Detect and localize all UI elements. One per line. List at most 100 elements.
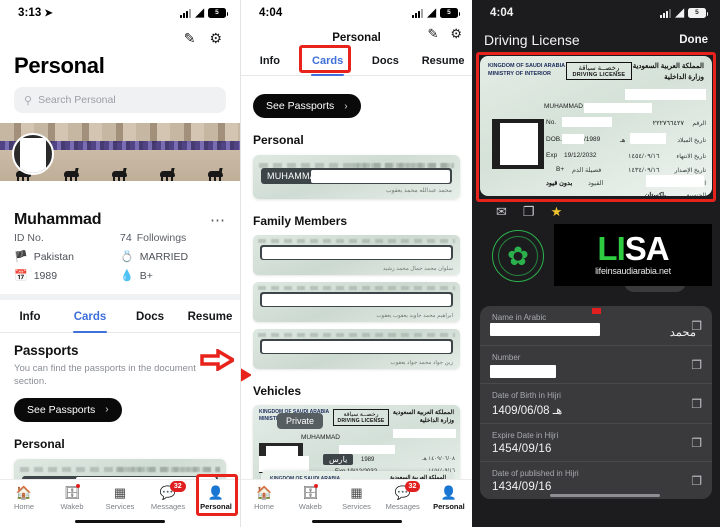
copy-icon[interactable]: ❐ [691, 474, 702, 488]
nav-item-messages[interactable]: 32 💬 Messages [144, 481, 192, 511]
card-whiteout [262, 340, 451, 353]
license-title-box: رخصــة سياقة DRIVING LICENSE [565, 62, 633, 80]
license-title-ar: رخصــة سياقة [578, 65, 620, 72]
nav-item-personal[interactable]: 👤 Personal [192, 484, 240, 512]
nav-item-wakeb[interactable]: 🗄 Wakeb [287, 484, 333, 511]
redaction-mark [592, 308, 601, 314]
watermark-area: ✿ LISA lifeinsaudiarabia.net [472, 224, 720, 302]
copy-icon[interactable]: ❐ [691, 319, 702, 333]
tab-docs[interactable]: Docs [357, 46, 415, 75]
license-photo [492, 119, 544, 169]
field-expire-date-hijri[interactable]: Expire Date in Hijri 1454/09/16 ❐ [480, 424, 712, 462]
family-card-2[interactable]: ابراهيم محمد جاويد يعقوب يعقوب [253, 282, 460, 322]
nav-label-messages: Messages [385, 502, 420, 511]
license-dob-label-ar: تاريخ الميلاد [677, 138, 706, 144]
license-title-en: DRIVING LICENSE [572, 72, 626, 78]
detail-page-title: Driving License [484, 32, 580, 48]
avatar-wrapper[interactable] [12, 133, 54, 175]
share-icon[interactable]: ✉ [496, 204, 507, 220]
vehicles-heading: Vehicles [253, 384, 302, 398]
copy-icon[interactable]: ❐ [691, 397, 702, 411]
birth-year-row: 📅 1989 [14, 270, 120, 282]
status-time: 3:13 [18, 7, 42, 19]
lisa-brand-white: SA [624, 230, 670, 268]
field-number[interactable]: Number ❐ [480, 346, 712, 384]
lisa-brand-green: LI [597, 230, 625, 268]
wifi-icon: ◢ [427, 6, 436, 19]
country-value: Pakistan [33, 251, 74, 263]
tab-cards[interactable]: Cards [299, 46, 357, 76]
done-button[interactable]: Done [679, 34, 708, 46]
marital-status-row: 💍 MARRIED [120, 251, 226, 263]
nav-item-home[interactable]: 🏠 Home [0, 485, 48, 512]
followings-stat[interactable]: 74 Followings [120, 232, 226, 244]
nav-item-personal[interactable]: 👤 Personal [426, 484, 472, 512]
grid-icon: ▦ [350, 484, 363, 500]
field-value: هـ 1409/06/08 [492, 405, 563, 417]
nav-item-wakeb[interactable]: 🗄 Wakeb [48, 484, 96, 511]
field-redaction [490, 323, 600, 336]
family-card-1[interactable]: سلوان محمد جمال محمد رشيد [253, 235, 460, 275]
copy-icon[interactable]: ❐ [523, 204, 535, 220]
messages-badge: 32 [404, 481, 421, 493]
star-icon[interactable]: ★ [551, 204, 563, 220]
avatar-redaction [20, 138, 46, 173]
vehicle-plate-tag: يارس [323, 454, 354, 465]
person-icon: 👤 [440, 484, 457, 500]
card-whiteout-dob [562, 134, 584, 144]
person-icon: 👤 [207, 484, 225, 500]
ring-icon: 💍 [120, 250, 134, 263]
profile-tabs-panel1: Info Cards Docs Resume [0, 300, 240, 333]
field-date-published-hijri[interactable]: Date of published in Hijri 1434/09/16 ❐ [480, 462, 712, 499]
pencil-icon[interactable]: ✎ [427, 26, 438, 42]
see-passports-button[interactable]: See Passports › [14, 397, 122, 422]
avatar[interactable] [12, 133, 54, 175]
profile-tabs-panel2: Info Cards Docs Resume [241, 46, 472, 76]
scroll-indicator[interactable] [550, 494, 660, 497]
see-passports-label: See Passports [27, 403, 96, 416]
copy-icon[interactable]: ❐ [691, 358, 702, 372]
tab-resume[interactable]: Resume [414, 46, 472, 75]
field-name-in-arabic[interactable]: Name in Arabic محمد ❐ [480, 306, 712, 346]
license-dob-year: /1989 [584, 136, 601, 143]
nav-item-services[interactable]: ▦ Services [333, 484, 379, 512]
page-title: Personal [14, 53, 105, 78]
search-input[interactable]: ⚲ Search Personal [14, 87, 226, 113]
wifi-icon: ◢ [675, 6, 684, 19]
tab-docs[interactable]: Docs [120, 300, 180, 332]
license-exp-label: Exp [546, 152, 558, 159]
nav-item-messages[interactable]: 32 💬 Messages [380, 481, 426, 511]
grid-icon: ▦ [113, 484, 127, 500]
field-date-of-birth-hijri[interactable]: Date of Birth in Hijri هـ 1409/06/08 ❐ [480, 384, 712, 424]
license-id-label-ar: الرقم [692, 121, 706, 127]
card-whiteout-dob-hijri [630, 133, 666, 144]
family-card-3[interactable]: زين جواد محمد جواد يعقوب [253, 329, 460, 369]
personal-id-card[interactable]: MUHAMMAD محمد عبدالله محمد يعقوب [253, 155, 460, 199]
tab-info[interactable]: Info [241, 46, 299, 75]
driving-license-card[interactable]: KINGDOM OF SAUDI ARABIA MINISTRY OF INTE… [480, 56, 712, 196]
tab-resume[interactable]: Resume [180, 300, 240, 332]
gear-icon[interactable]: ⚙ [209, 30, 222, 47]
nav-label-personal: Personal [200, 502, 232, 511]
license-nationality-label-ar: الجنسية [686, 193, 706, 196]
see-passports-button[interactable]: See Passports › [253, 94, 361, 118]
nav-label-home: Home [254, 502, 275, 511]
gear-icon[interactable]: ⚙ [450, 26, 462, 42]
license-restrictions-label-ar: القيود [588, 180, 604, 187]
personal-section-heading: Personal [253, 133, 304, 147]
nav-label-wakeb: Wakeb [60, 502, 84, 511]
license-dob-hijri-label: هـ [620, 137, 626, 144]
card-whiteout-name [584, 103, 652, 113]
nav-item-services[interactable]: ▦ Services [96, 484, 144, 512]
tab-info[interactable]: Info [0, 300, 60, 332]
ellipsis-icon[interactable]: ⋯ [210, 211, 226, 228]
field-redaction [490, 365, 556, 378]
tab-cards[interactable]: Cards [60, 300, 120, 333]
nav-item-home[interactable]: 🏠 Home [241, 485, 287, 512]
license-title-box: رخصــة سياقة DRIVING LICENSE [332, 409, 390, 426]
copy-icon[interactable]: ❐ [691, 436, 702, 450]
nav-label-services: Services [342, 502, 371, 511]
passports-description: You can find the passports in the docume… [14, 363, 196, 388]
pencil-icon[interactable]: ✎ [184, 30, 196, 47]
license-card-wrapper: KINGDOM OF SAUDI ARABIA MINISTRY OF INTE… [476, 52, 716, 202]
